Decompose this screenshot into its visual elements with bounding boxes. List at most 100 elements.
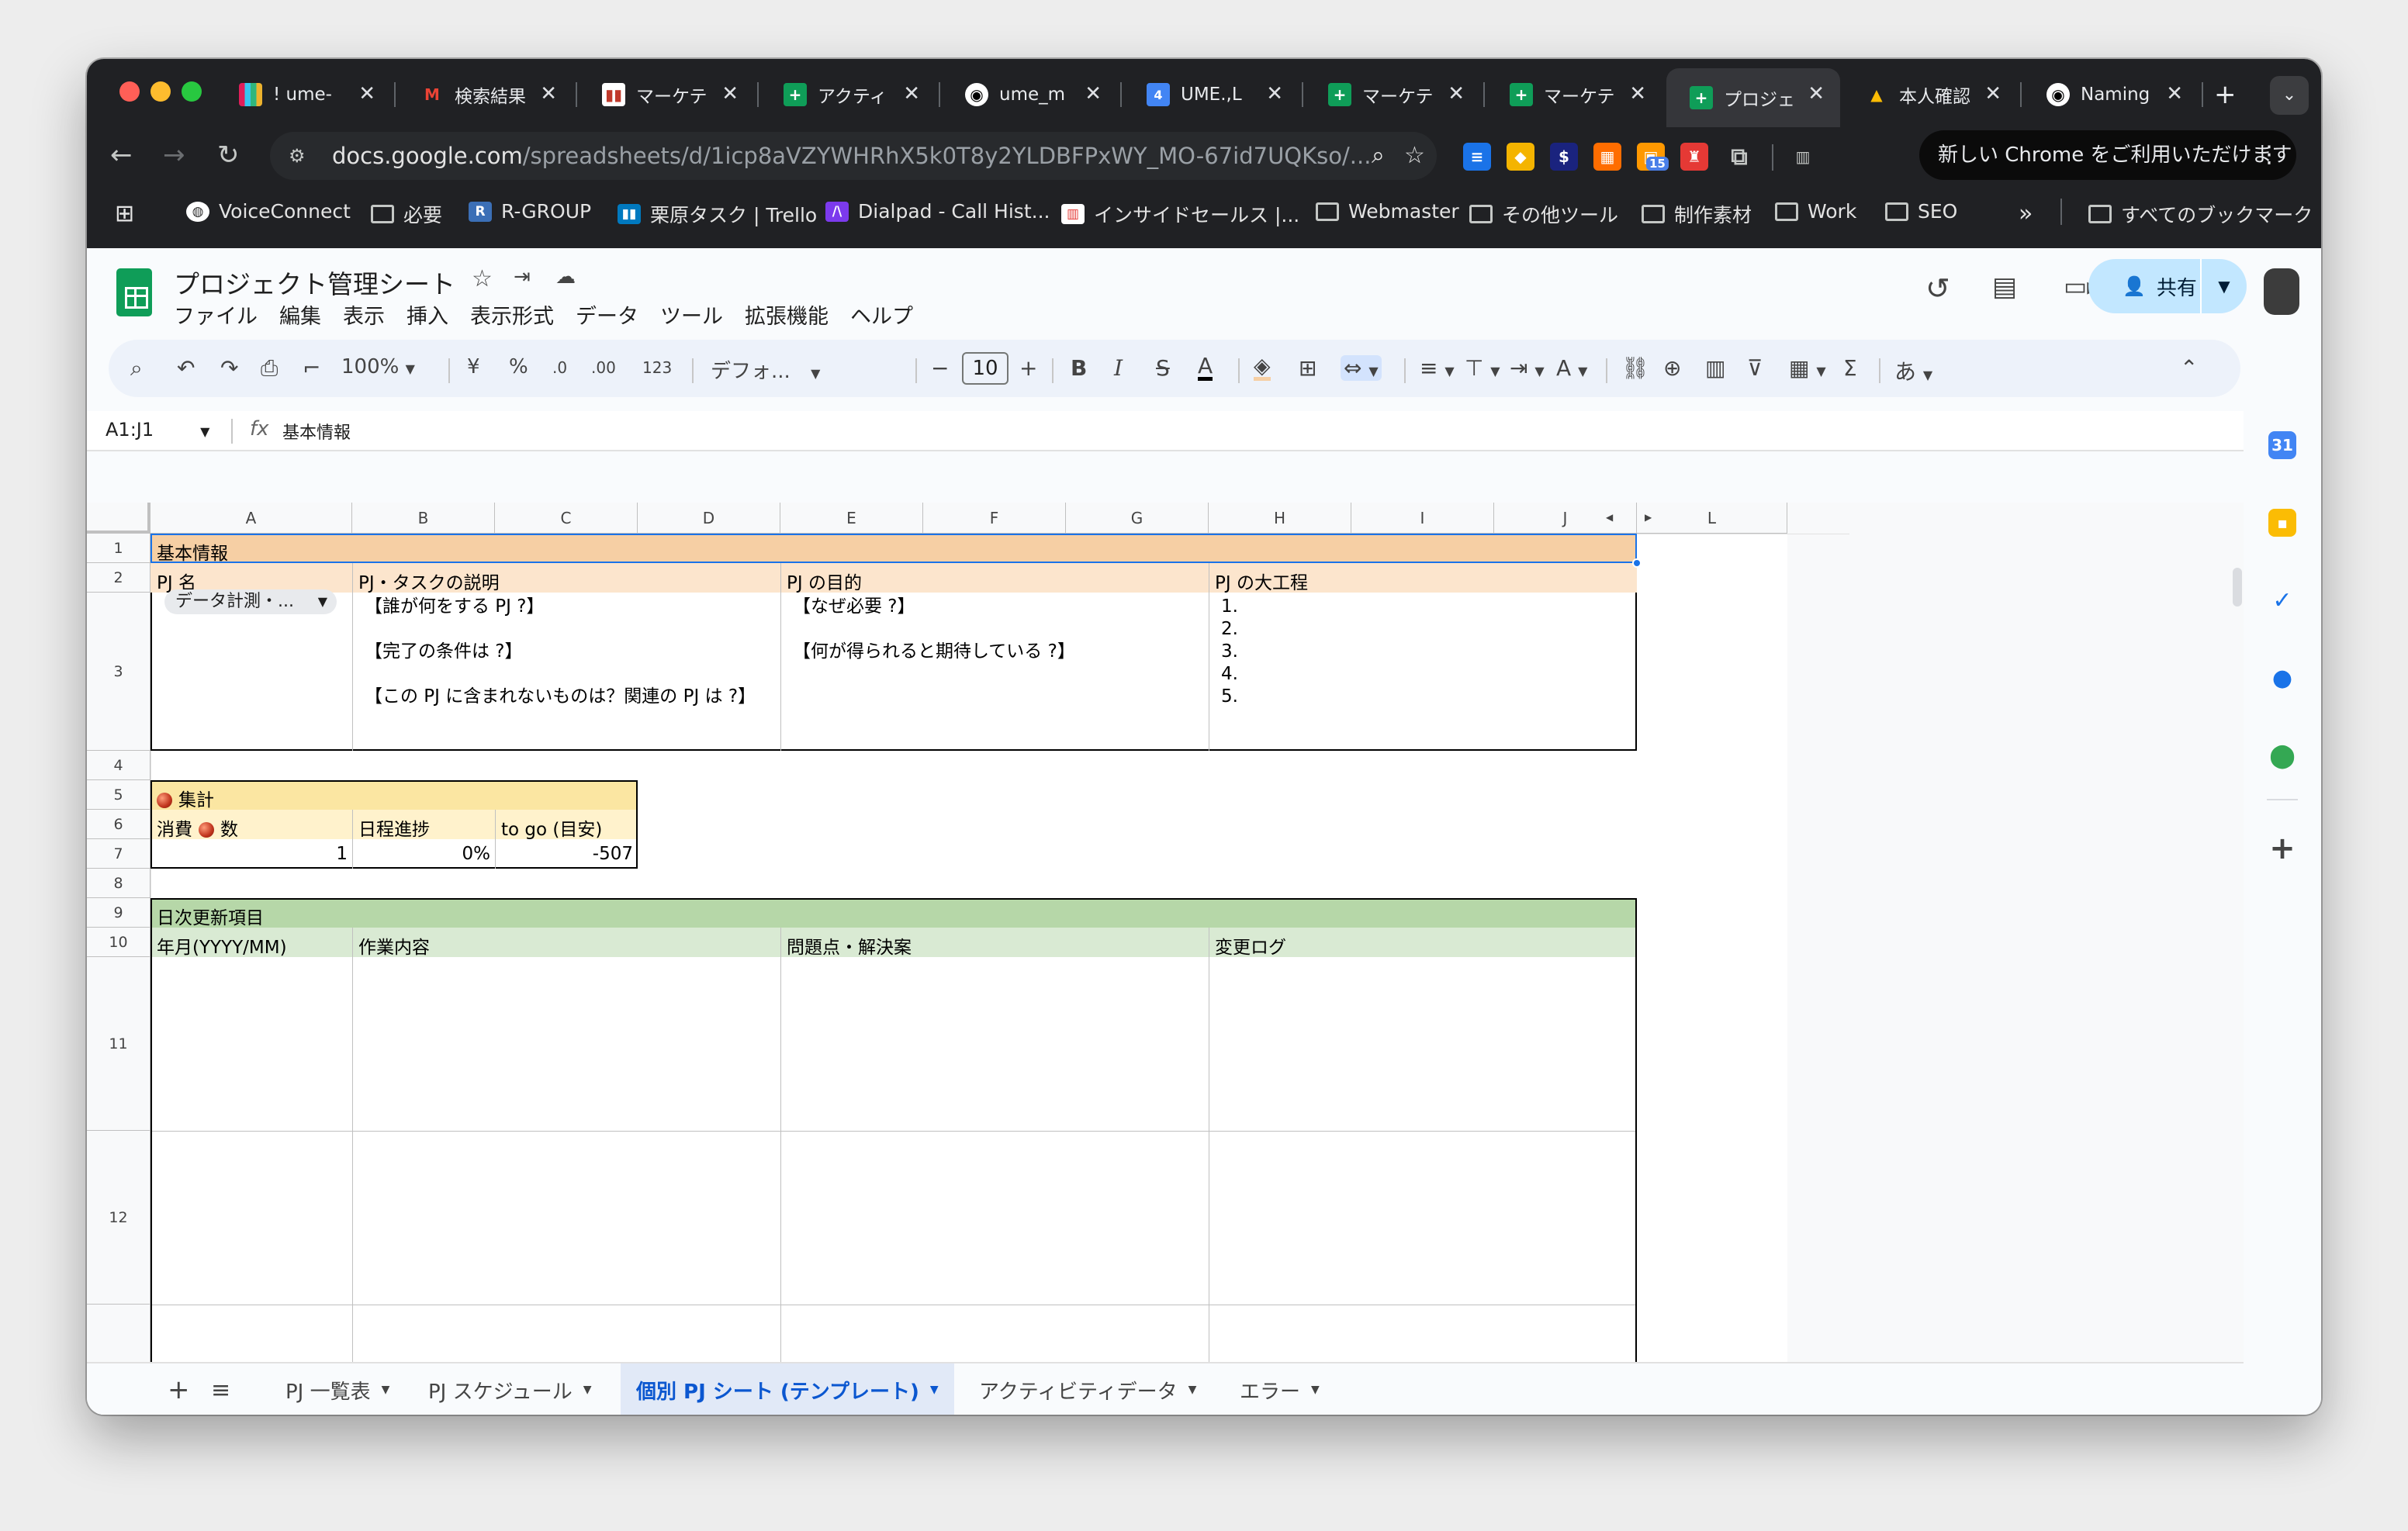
cell-b6[interactable]: 日程進捗: [354, 813, 434, 842]
column-header[interactable]: C: [495, 503, 638, 534]
browser-tab[interactable]: ! ume- ✕: [216, 68, 391, 121]
get-addons-icon[interactable]: +: [2268, 831, 2296, 866]
minimize-window-button[interactable]: [150, 81, 171, 102]
redo-icon[interactable]: ↷: [220, 355, 238, 381]
paint-format-icon[interactable]: ⌐: [303, 355, 320, 381]
menu-edit[interactable]: 編集: [279, 299, 321, 330]
close-tab-icon[interactable]: ✕: [2166, 82, 2183, 105]
share-dropdown-icon[interactable]: ▼: [2200, 259, 2247, 313]
cell-a6[interactable]: 消費数: [152, 813, 243, 842]
more-menu-icon[interactable]: ⋮: [2258, 130, 2281, 180]
browser-tab[interactable]: + アクティ ✕: [760, 68, 936, 121]
sheet-tab[interactable]: アクティビティデータ ▼: [964, 1363, 1212, 1415]
italic-icon[interactable]: I: [1114, 355, 1123, 381]
menu-help[interactable]: ヘルプ: [850, 299, 913, 330]
cell-b7[interactable]: 0%: [352, 842, 495, 866]
row-header[interactable]: 4: [87, 751, 150, 780]
version-history-icon[interactable]: ↺: [1925, 271, 1950, 306]
selection-handle[interactable]: [1632, 558, 1642, 568]
cell-h10[interactable]: 変更ログ: [1210, 931, 1291, 960]
column-header[interactable]: B: [352, 503, 495, 534]
increase-decimal-button[interactable]: .00: [591, 358, 616, 377]
bookmark-item[interactable]: ▮▮ 栗原タスク | Trello: [618, 200, 817, 228]
new-tab-button[interactable]: +: [2206, 68, 2253, 121]
column-header[interactable]: H: [1209, 503, 1351, 534]
browser-tab[interactable]: ◉ ume_m ✕: [942, 68, 1117, 121]
menu-view[interactable]: 表示: [343, 299, 385, 330]
filter-views-icon[interactable]: ▦ ▼: [1789, 355, 1826, 381]
row-header[interactable]: 8: [87, 869, 150, 898]
menu-file[interactable]: ファイル: [174, 299, 258, 330]
bookmark-folder[interactable]: その他ツール: [1469, 200, 1618, 228]
cell-e10[interactable]: 問題点・解決案: [782, 931, 916, 960]
browser-tab[interactable]: + マーケテ ✕: [1305, 68, 1480, 121]
column-header[interactable]: F: [923, 503, 1066, 534]
close-tab-icon[interactable]: ✕: [1448, 82, 1465, 105]
browser-tab[interactable]: ▲ 本人確認 ✕: [1842, 68, 2017, 121]
horizontal-align-icon[interactable]: ≡ ▼: [1420, 355, 1455, 381]
close-tab-icon[interactable]: ✕: [1629, 82, 1646, 105]
print-icon[interactable]: ⎙: [261, 355, 278, 382]
dropdown-chip[interactable]: データ計測・... ▼: [164, 589, 337, 614]
extension-icon[interactable]: ▦: [1593, 143, 1621, 171]
bookmark-item[interactable]: ▥ インサイドセールス |...: [1061, 200, 1299, 228]
close-tab-icon[interactable]: ✕: [1808, 82, 1825, 105]
column-header[interactable]: I: [1351, 503, 1494, 534]
comments-icon[interactable]: ▤: [1992, 271, 2017, 302]
search-menus-icon[interactable]: ⌕: [130, 355, 143, 382]
filter-icon[interactable]: ⊽: [1747, 355, 1763, 381]
hidden-column-arrow-right-icon[interactable]: ▶: [1645, 512, 1652, 523]
sheet-tab[interactable]: PJ スケジュール ▼: [413, 1363, 607, 1415]
cell-a7[interactable]: 1: [152, 842, 352, 866]
row-header[interactable]: 9: [87, 898, 150, 928]
collapse-toolbar-icon[interactable]: ⌃: [2180, 355, 2198, 381]
row-header[interactable]: 11: [87, 957, 150, 1131]
insert-chart-icon[interactable]: ▥: [1705, 355, 1725, 381]
cell-c6[interactable]: to go (目安): [496, 813, 607, 842]
maximize-window-button[interactable]: [182, 81, 202, 102]
bookmark-item[interactable]: /\ Dialpad - Call Hist...: [825, 200, 1050, 223]
star-icon[interactable]: ☆: [472, 265, 493, 292]
sheets-logo-icon[interactable]: [116, 268, 152, 316]
input-tools-button[interactable]: あ ▼: [1894, 355, 1932, 386]
browser-tab[interactable]: 4 UME.,L ✕: [1123, 68, 1299, 121]
bookmark-folder[interactable]: SEO: [1885, 200, 1957, 223]
font-size-decrease-icon[interactable]: −: [931, 355, 949, 381]
merge-cells-icon[interactable]: ⇔ ▼: [1341, 355, 1382, 381]
formula-input[interactable]: 基本情報: [282, 419, 351, 444]
browser-tab[interactable]: ◉ Naming ✕: [2023, 68, 2199, 121]
row-header[interactable]: 3: [87, 593, 150, 751]
currency-format-button[interactable]: ¥: [467, 355, 480, 378]
borders-icon[interactable]: ⊞: [1299, 355, 1316, 381]
undo-icon[interactable]: ↶: [177, 355, 195, 381]
bookmark-star-icon[interactable]: ☆: [1404, 132, 1425, 180]
text-rotation-icon[interactable]: A ▼: [1556, 355, 1587, 381]
tasks-icon[interactable]: ✓: [2268, 586, 2296, 614]
menu-extensions[interactable]: 拡張機能: [745, 299, 829, 330]
zoom-icon[interactable]: ⌕: [1372, 132, 1385, 180]
insert-link-icon[interactable]: ⛓: [1621, 355, 1649, 381]
text-wrapping-icon[interactable]: ⇥ ▼: [1510, 355, 1545, 381]
menu-tools[interactable]: ツール: [660, 299, 723, 330]
row-header[interactable]: 10: [87, 928, 150, 957]
name-box[interactable]: A1:J1 ▼: [106, 419, 209, 441]
zoom-select[interactable]: 100% ▼: [341, 355, 415, 378]
browser-tab[interactable]: + マーケテ ✕: [1486, 68, 1662, 121]
decrease-decimal-button[interactable]: .0: [552, 358, 567, 377]
close-tab-icon[interactable]: ✕: [721, 82, 739, 105]
more-bookmarks-button[interactable]: »: [2019, 200, 2033, 227]
cell-a5[interactable]: 集計: [152, 783, 219, 813]
font-size-input[interactable]: 10: [962, 352, 1009, 385]
cell-a1[interactable]: 基本情報: [152, 537, 233, 566]
share-button[interactable]: 👤 共有 ▼: [2088, 259, 2247, 313]
profile-icon[interactable]: ▥: [1789, 143, 1817, 171]
row-header[interactable]: 6: [87, 810, 150, 839]
all-sheets-icon[interactable]: ≡: [195, 1363, 246, 1415]
bookmark-folder[interactable]: Work: [1775, 200, 1856, 223]
close-tab-icon[interactable]: ✕: [1984, 82, 2001, 105]
bookmark-folder[interactable]: 制作素材: [1642, 200, 1752, 228]
cell-b10[interactable]: 作業内容: [354, 931, 434, 960]
maps-icon[interactable]: ⬤: [2268, 741, 2296, 769]
sheet-tab[interactable]: エラー ▼: [1224, 1363, 1335, 1415]
close-tab-icon[interactable]: ✕: [540, 82, 557, 105]
